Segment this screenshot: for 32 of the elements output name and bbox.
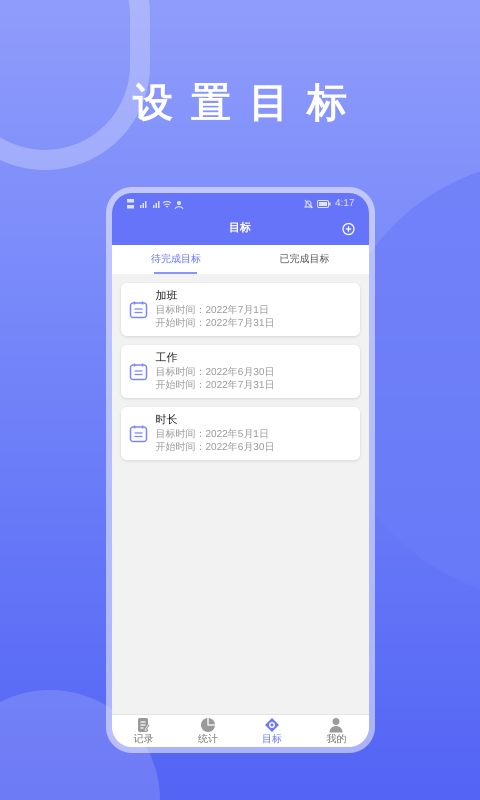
nav-tab[interactable]: 我的: [304, 715, 368, 747]
goal-target-date: 目标时间：2022年5月1日: [156, 428, 270, 441]
goal-card[interactable]: 工作 目标时间：2022年6月30日 开始时间：2022年7月31日: [120, 345, 360, 398]
goal-start-date: 开始时间：2022年7月31日: [156, 379, 274, 392]
goal-name: 时长: [156, 413, 178, 428]
bell-off-icon: [304, 199, 314, 209]
goal-start-date: 开始时间：2022年6月30日: [156, 441, 274, 454]
goal-start-date: 开始时间：2022年7月31日: [156, 317, 274, 330]
goal-card[interactable]: 时长 目标时间：2022年5月1日 开始时间：2022年6月30日: [120, 407, 360, 460]
goal-name: 加班: [156, 289, 178, 304]
person-icon: [328, 717, 344, 733]
status-time: 4:17: [335, 199, 354, 209]
tab[interactable]: 已完成目标: [240, 245, 368, 274]
nav-tab[interactable]: 目标: [240, 715, 304, 747]
header-title: 目标: [229, 220, 251, 236]
add-button[interactable]: [342, 222, 354, 235]
calendar-icon: [128, 300, 148, 319]
calendar-icon: [128, 362, 148, 381]
nav-tab[interactable]: 记录: [112, 715, 176, 747]
page-title: 设置目标: [132, 80, 365, 127]
target-icon: [264, 717, 280, 733]
nav-tab[interactable]: 统计: [176, 715, 240, 747]
battery-icon: [317, 200, 332, 208]
tab[interactable]: 待完成目标: [112, 245, 240, 274]
note-icon: [136, 717, 152, 733]
goal-card[interactable]: 加班 目标时间：2022年7月1日 开始时间：2022年7月31日: [120, 283, 360, 336]
add-icon: [342, 222, 354, 235]
goal-target-date: 目标时间：2022年7月1日: [156, 304, 270, 317]
goal-target-date: 目标时间：2022年6月30日: [156, 366, 274, 379]
pie-chart-icon: [200, 717, 216, 733]
calendar-icon: [128, 424, 148, 443]
goal-name: 工作: [156, 351, 178, 366]
